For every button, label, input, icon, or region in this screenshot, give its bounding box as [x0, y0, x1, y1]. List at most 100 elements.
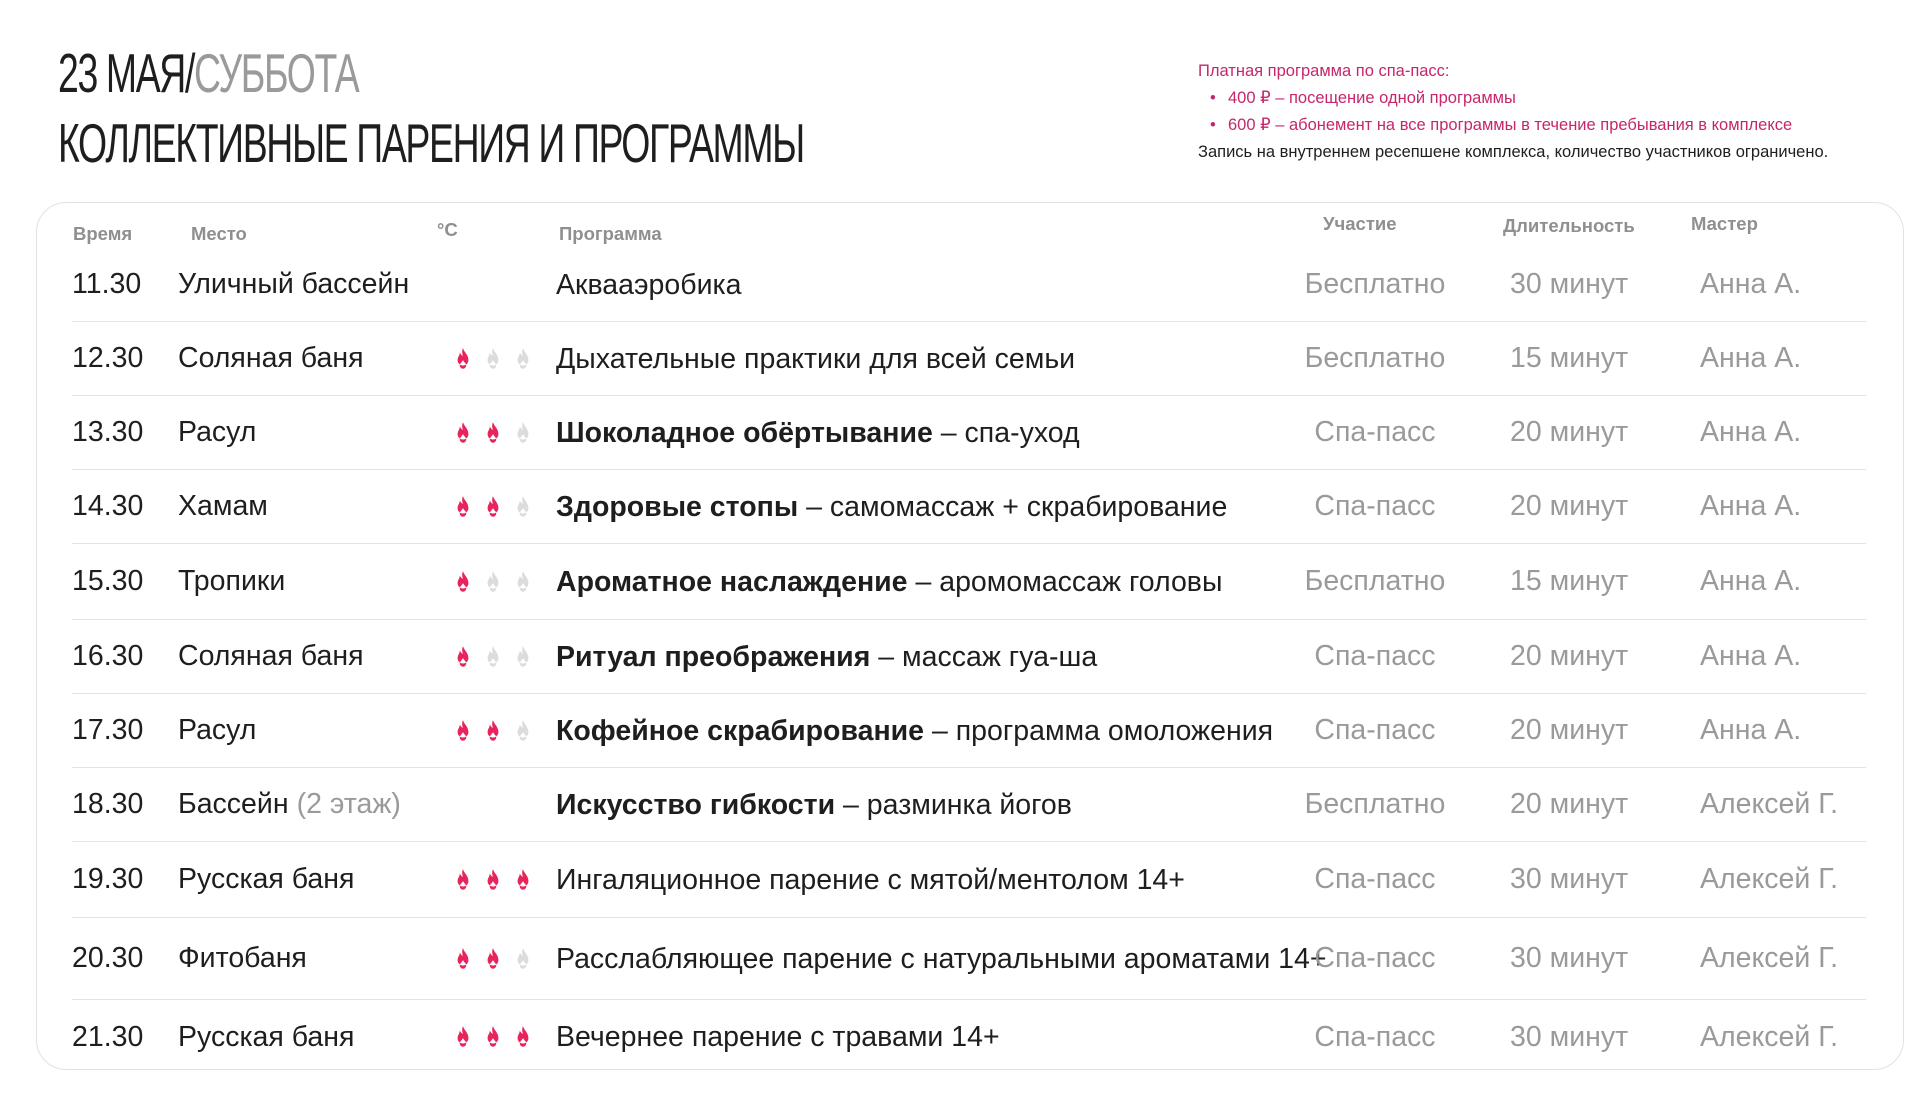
column-header-place: Место: [191, 223, 247, 244]
flame-icon: [517, 947, 529, 969]
place-name: Соляная баня: [178, 640, 364, 672]
place-cell: Хамам: [178, 470, 268, 543]
program-description: – программа омоложения: [924, 714, 1274, 747]
column-header-participation: Участие: [1323, 213, 1397, 234]
place-name: Хамам: [178, 490, 268, 522]
flame-icon: [517, 347, 529, 369]
place-name: Русская баня: [178, 863, 355, 895]
flame-icon: [487, 868, 499, 890]
duration-cell: 30 минут: [1510, 1020, 1629, 1053]
note-item: • 600 ₽ – абонемент на все программы в те…: [1198, 112, 1828, 139]
flame-icon: [487, 1026, 499, 1047]
time-cell: 21.30: [72, 1020, 144, 1053]
date-text: 23 МАЯ: [58, 42, 186, 104]
program-title: Шоколадное обёртывание: [556, 416, 933, 449]
flame-icon: [487, 645, 499, 667]
flame-icon: [517, 1026, 529, 1047]
heat-level: [450, 1000, 540, 1074]
participation-cell: Спа-пасс: [1314, 942, 1436, 974]
time-cell: 18.30: [72, 788, 144, 820]
note-item-text: 400 ₽ – посещение одной программы: [1228, 89, 1516, 107]
program-description: Расслабляющее парение с натуральными аро…: [556, 942, 1327, 975]
master-cell: Анна А.: [1700, 490, 1802, 522]
date-separator: /: [184, 42, 195, 104]
heat-level: [450, 470, 540, 543]
schedule-title: КОЛЛЕКТИВНЫЕ ПАРЕНИЯ И ПРОГРАММЫ: [58, 112, 805, 174]
table-row: 11.30 Уличный бассейн Аквааэробика Бесплатн…: [72, 248, 1866, 322]
table-row: 18.30 Бассейн (2 этаж) Искусство гибкости –…: [72, 768, 1866, 842]
master-cell: Анна А.: [1700, 342, 1802, 374]
heat-level: [450, 620, 540, 693]
date-heading: 23 МАЯ/СУББОТА: [58, 38, 804, 108]
program-cell: Вечернее парение с травами 14+: [556, 1000, 1336, 1074]
flame-icon: [487, 495, 499, 517]
program-title: Ритуал преображения: [556, 640, 871, 673]
time-cell: 12.30: [72, 342, 144, 374]
table-row: 12.30 Соляная баня Дыхательные практики дл…: [72, 322, 1866, 396]
place-cell: Расул: [178, 694, 256, 767]
place-cell: Русская баня: [178, 842, 354, 917]
master-cell: Анна А.: [1700, 714, 1802, 746]
program-text: Дыхательные практики для всей семьи: [556, 343, 1075, 375]
heat-level: [450, 544, 540, 619]
program-text: Шоколадное обёртывание – спа-уход: [556, 417, 1080, 449]
program-text: Кофейное скрабирование – программа омоло…: [556, 715, 1273, 747]
place-cell: Русская баня: [178, 1000, 354, 1074]
duration-cell: 20 минут: [1510, 490, 1629, 522]
program-cell: Расслабляющее парение с натуральными аро…: [556, 918, 1336, 999]
duration-cell: 20 минут: [1510, 416, 1629, 448]
flame-icon: [457, 645, 469, 667]
duration-cell: 15 минут: [1510, 342, 1629, 374]
master-cell: Алексей Г.: [1700, 863, 1839, 895]
place-name: Тропики: [178, 565, 286, 597]
page-title: 23 МАЯ/СУББОТА КОЛЛЕКТИВНЫЕ ПАРЕНИЯ И ПР…: [58, 38, 1155, 178]
heat-level: [450, 322, 540, 395]
column-header-duration: Длительность: [1503, 215, 1635, 236]
heat-level: [450, 918, 540, 999]
duration-cell: 15 минут: [1510, 565, 1629, 597]
bullet-icon: •: [1210, 89, 1216, 107]
program-cell: Ароматное наслаждение – аромомассаж голо…: [556, 544, 1336, 619]
place-cell: Бассейн (2 этаж): [178, 768, 401, 841]
place-name: Соляная баня: [178, 342, 364, 374]
program-cell: Шоколадное обёртывание – спа-уход: [556, 396, 1336, 469]
place-name: Русская баня: [178, 1020, 355, 1053]
program-text: Ритуал преображения – массаж гуа-ша: [556, 641, 1097, 673]
program-description: – массаж гуа-ша: [870, 640, 1098, 673]
program-description: – спа-уход: [932, 416, 1080, 449]
flame-icon: [457, 868, 469, 890]
place-name: Бассейн: [178, 788, 289, 820]
program-text: Ингаляционное парение с мятой/ментолом 1…: [556, 864, 1185, 896]
master-cell: Алексей Г.: [1700, 1020, 1839, 1053]
participation-cell: Бесплатно: [1304, 342, 1446, 374]
flame-icon: [457, 347, 469, 369]
duration-cell: 30 минут: [1510, 942, 1629, 974]
place-cell: Соляная баня: [178, 620, 364, 693]
program-cell: Дыхательные практики для всей семьи: [556, 322, 1336, 395]
bullet-icon: •: [1210, 116, 1216, 134]
flame-icon: [487, 719, 499, 741]
place-name: Фитобаня: [178, 942, 307, 974]
time-cell: 16.30: [72, 640, 144, 672]
table-row: 20.30 Фитобаня Расслабляющее парение с нат…: [72, 918, 1866, 1000]
table-row: 14.30 Хамам Здоровые стопы – самомассаж + …: [72, 470, 1866, 544]
place-name: Уличный бассейн: [178, 268, 410, 300]
place-cell: Фитобаня: [178, 918, 307, 999]
program-description: Аквааэробика: [556, 268, 742, 301]
master-cell: Анна А.: [1700, 416, 1802, 448]
participation-cell: Бесплатно: [1304, 788, 1446, 820]
place-cell: Расул: [178, 396, 256, 469]
duration-cell: 20 минут: [1510, 788, 1629, 820]
program-cell: Здоровые стопы – самомассаж + скрабирова…: [556, 470, 1336, 543]
time-cell: 20.30: [72, 942, 144, 974]
column-header-master: Мастер: [1691, 213, 1758, 234]
time-cell: 15.30: [72, 565, 144, 597]
flame-icon: [487, 347, 499, 369]
program-description: Дыхательные практики для всей семьи: [556, 342, 1076, 375]
place-floor-note: (2 этаж): [296, 788, 401, 820]
program-title: Здоровые стопы: [556, 490, 799, 523]
flame-icon: [517, 421, 529, 443]
program-text: Здоровые стопы – самомассаж + скрабирова…: [556, 491, 1227, 523]
program-cell: Кофейное скрабирование – программа омоло…: [556, 694, 1336, 767]
flame-icon: [517, 868, 529, 890]
